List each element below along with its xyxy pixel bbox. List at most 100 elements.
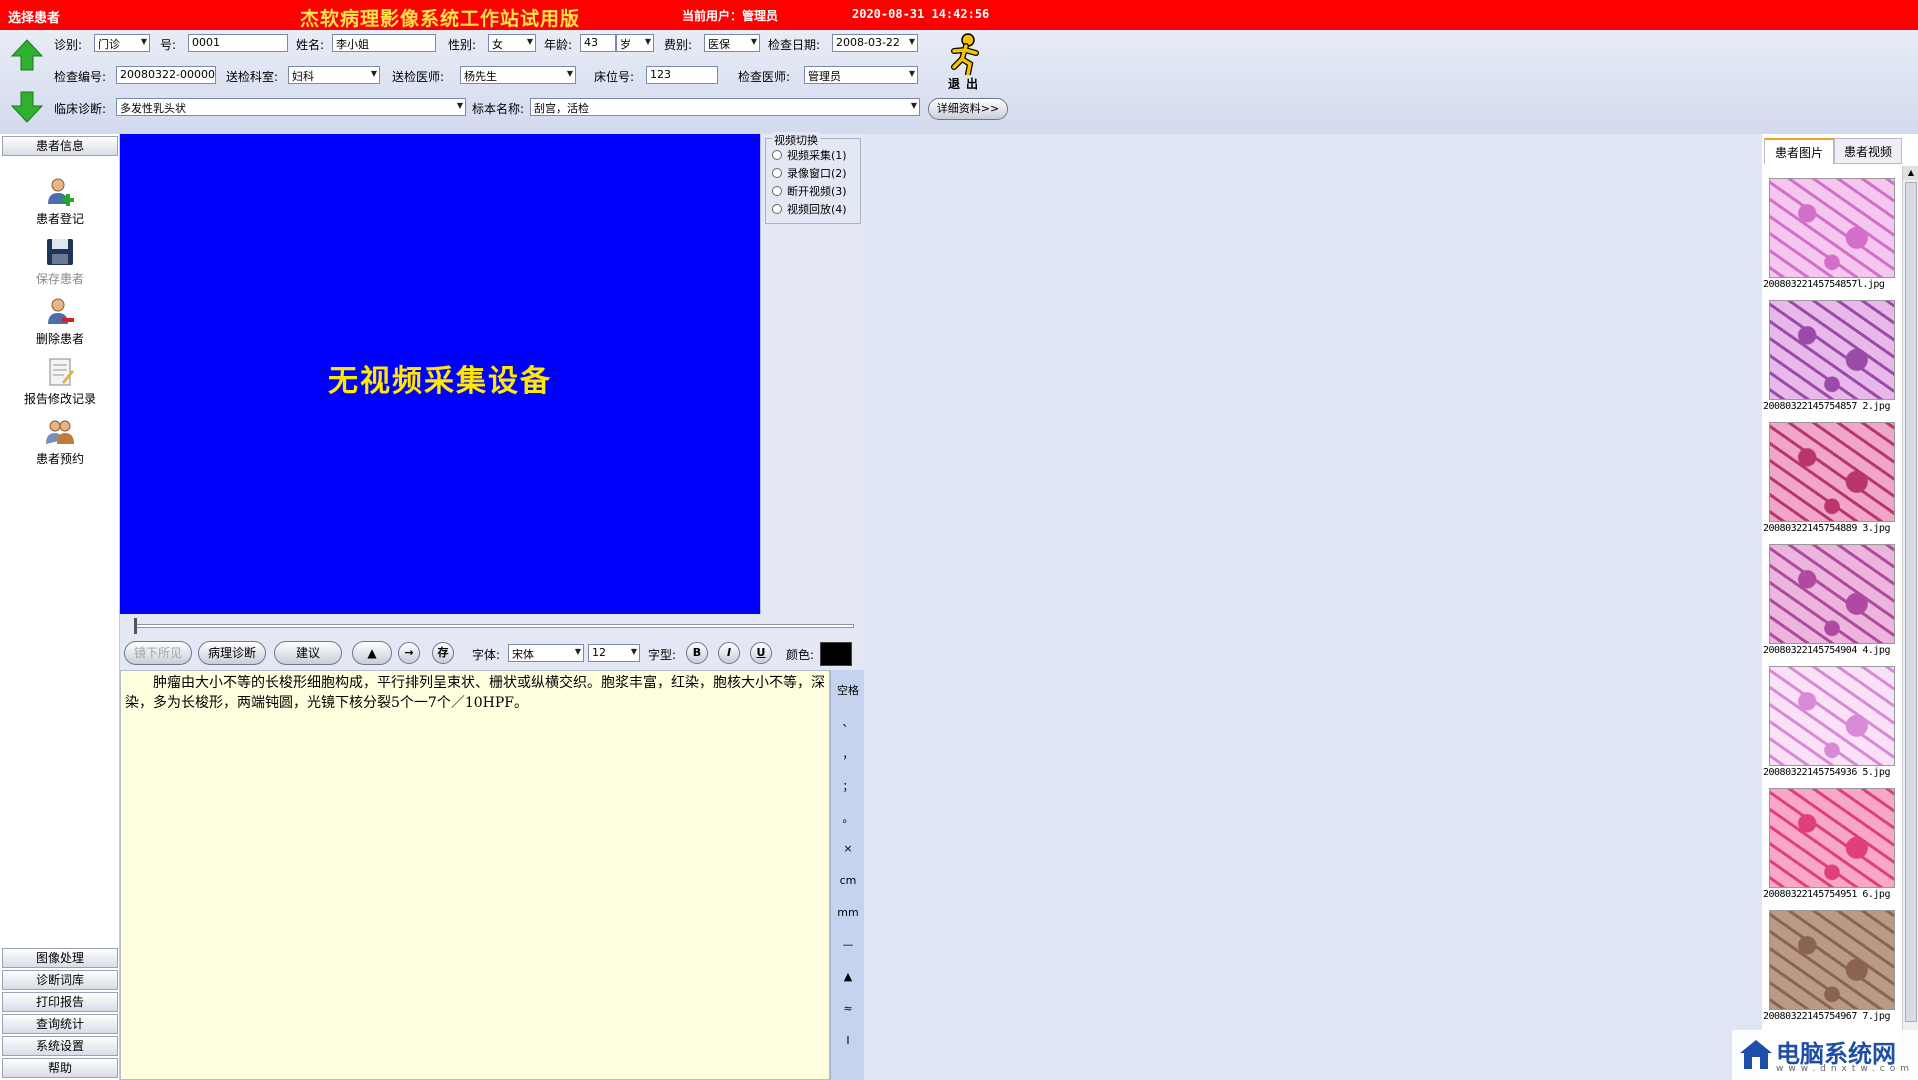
- radio-disconnect-video[interactable]: 断开视频(3): [772, 183, 847, 199]
- symbol-approx[interactable]: ≈: [831, 1002, 865, 1015]
- histology-image[interactable]: [1769, 300, 1895, 400]
- italic-button[interactable]: I: [718, 642, 740, 664]
- symbol-period[interactable]: 。: [831, 810, 865, 826]
- sidebar-print-report[interactable]: 打印报告: [2, 992, 118, 1012]
- save-text-button[interactable]: 存: [432, 642, 454, 664]
- sidebar-image-processing[interactable]: 图像处理: [2, 948, 118, 968]
- symbol-comma[interactable]: ，: [831, 746, 865, 762]
- font-select[interactable]: 宋体: [508, 644, 584, 662]
- insert-arrow-button[interactable]: →: [398, 642, 420, 664]
- symbol-semicolon[interactable]: ；: [831, 778, 865, 794]
- detail-button[interactable]: 详细资料>>: [928, 98, 1008, 120]
- bed-field[interactable]: 123: [646, 66, 718, 84]
- histology-image[interactable]: [1769, 178, 1895, 278]
- histology-image[interactable]: [1769, 544, 1895, 644]
- pathology-diagnosis-button[interactable]: 病理诊断: [198, 641, 266, 665]
- radio-record-window[interactable]: 录像窗口(2): [772, 165, 847, 181]
- sidebar-item-register[interactable]: 患者登记: [0, 176, 120, 232]
- sidebar-header[interactable]: 患者信息: [2, 136, 118, 156]
- symbol-triangle[interactable]: ▲: [831, 970, 865, 983]
- histology-image[interactable]: [1769, 666, 1895, 766]
- sidebar-query-stats[interactable]: 查询统计: [2, 1014, 118, 1034]
- arrow-down-icon[interactable]: [10, 90, 44, 124]
- font-size-select[interactable]: 12: [588, 644, 640, 662]
- doctor-select[interactable]: 杨先生: [460, 66, 576, 84]
- histology-image[interactable]: [1769, 910, 1895, 1010]
- thumbnail-item[interactable]: 20080322145754857 2.jpg: [1763, 300, 1900, 420]
- symbol-pause[interactable]: 、: [831, 714, 865, 730]
- number-field[interactable]: 0001: [188, 34, 288, 52]
- specimen-label: 标本名称:: [472, 102, 525, 116]
- diagnosis-select[interactable]: 多发性乳头状: [116, 98, 466, 116]
- users-icon: [46, 420, 74, 444]
- sidebar-item-save[interactable]: 保存患者: [0, 236, 120, 292]
- editor-toolbar: 镜下所见 病理诊断 建议 ▲ → 存 字体: 宋体 12 字型: B I U 颜…: [120, 636, 864, 670]
- thumbnail-item[interactable]: 20080322145754967 7.jpg: [1763, 910, 1900, 1030]
- style-label: 字型:: [648, 648, 677, 662]
- radio-icon: [772, 168, 782, 178]
- bold-button[interactable]: B: [686, 642, 708, 664]
- sidebar-help[interactable]: 帮助: [2, 1058, 118, 1078]
- sidebar-diagnosis-library[interactable]: 诊断词库: [2, 970, 118, 990]
- image-filename: 20080322145754857l.jpg: [1763, 279, 1885, 290]
- visit-type-select[interactable]: 门诊: [94, 34, 150, 52]
- report-text-editor[interactable]: 肿瘤由大小不等的长梭形细胞构成，平行排列呈束状、栅状或纵横交织。胞浆丰富，红染，…: [120, 670, 830, 1080]
- image-filename: 20080322145754951 6.jpg: [1763, 889, 1890, 900]
- sidebar-item-appointment[interactable]: 患者预约: [0, 416, 120, 472]
- suggestion-button[interactable]: 建议: [274, 641, 342, 665]
- visit-type-label: 诊别:: [54, 38, 83, 52]
- bed-label: 床位号:: [594, 70, 635, 84]
- name-field[interactable]: 李小姐: [332, 34, 436, 52]
- thumbnail-item[interactable]: 20080322145754889 3.jpg: [1763, 422, 1900, 542]
- underline-button[interactable]: U: [750, 642, 772, 664]
- thumbnail-scrollbar[interactable]: ▲: [1902, 166, 1918, 1080]
- symbol-times[interactable]: ×: [831, 842, 865, 855]
- microscope-findings-button[interactable]: 镜下所见: [124, 641, 192, 665]
- thumbnail-item[interactable]: 20080322145754857l.jpg: [1763, 178, 1900, 298]
- exam-date-picker[interactable]: 2008-03-22: [832, 34, 918, 52]
- tab-patient-videos[interactable]: 患者视频: [1834, 138, 1902, 164]
- video-switch-panel: 视频切换 视频采集(1) 录像窗口(2) 断开视频(3) 视频回放(4): [760, 132, 864, 614]
- symbol-space[interactable]: 空格: [831, 682, 865, 698]
- age-field[interactable]: 43: [580, 34, 616, 52]
- tab-patient-images[interactable]: 患者图片: [1764, 138, 1834, 164]
- scroll-up-icon[interactable]: ▲: [1903, 166, 1918, 180]
- radio-label: 视频采集(1): [787, 149, 847, 162]
- seek-track[interactable]: [134, 624, 854, 628]
- video-display[interactable]: 无视频采集设备: [120, 134, 760, 614]
- watermark-logo: 电脑系统网 www.dnxtw.com: [1732, 1030, 1918, 1080]
- histology-image[interactable]: [1769, 422, 1895, 522]
- video-switch-title: 视频切换: [772, 132, 820, 148]
- gender-select[interactable]: 女: [488, 34, 536, 52]
- scroll-thumb[interactable]: [1905, 182, 1917, 1022]
- exam-no-field[interactable]: 20080322-000003: [116, 66, 216, 84]
- age-unit-select[interactable]: 岁: [616, 34, 654, 52]
- exam-doctor-select[interactable]: 管理员: [804, 66, 918, 84]
- sidebar-settings[interactable]: 系统设置: [2, 1036, 118, 1056]
- specimen-select[interactable]: 刮宫，活检: [530, 98, 920, 116]
- symbol-roman-one[interactable]: I: [831, 1034, 865, 1047]
- symbol-cm[interactable]: cm: [831, 874, 865, 887]
- histology-image[interactable]: [1769, 788, 1895, 888]
- symbol-mm[interactable]: mm: [831, 906, 865, 919]
- sidebar-item-delete[interactable]: 删除患者: [0, 296, 120, 352]
- doctor-label: 送检医师:: [392, 70, 445, 84]
- sidebar-item-report-log[interactable]: 报告修改记录: [0, 356, 120, 412]
- radio-video-capture[interactable]: 视频采集(1): [772, 147, 847, 163]
- image-filename: 20080322145754857 2.jpg: [1763, 401, 1890, 412]
- exit-button[interactable]: 退出: [940, 33, 992, 91]
- radio-video-playback[interactable]: 视频回放(4): [772, 201, 847, 217]
- dept-select[interactable]: 妇科: [288, 66, 380, 84]
- arrow-up-icon[interactable]: [10, 38, 44, 72]
- thumbnail-item[interactable]: 20080322145754951 6.jpg: [1763, 788, 1900, 908]
- move-up-button[interactable]: ▲: [352, 641, 392, 665]
- seek-thumb[interactable]: [134, 618, 137, 634]
- fee-type-select[interactable]: 医保: [704, 34, 760, 52]
- select-patient-link[interactable]: 选择患者: [8, 7, 60, 26]
- color-picker[interactable]: [820, 642, 852, 666]
- thumbnail-item[interactable]: 20080322145754936 5.jpg: [1763, 666, 1900, 786]
- thumbnail-item[interactable]: 20080322145754904 4.jpg: [1763, 544, 1900, 664]
- number-label: 号:: [160, 38, 177, 52]
- video-seek-bar[interactable]: [120, 614, 864, 636]
- symbol-dash[interactable]: —: [831, 938, 865, 951]
